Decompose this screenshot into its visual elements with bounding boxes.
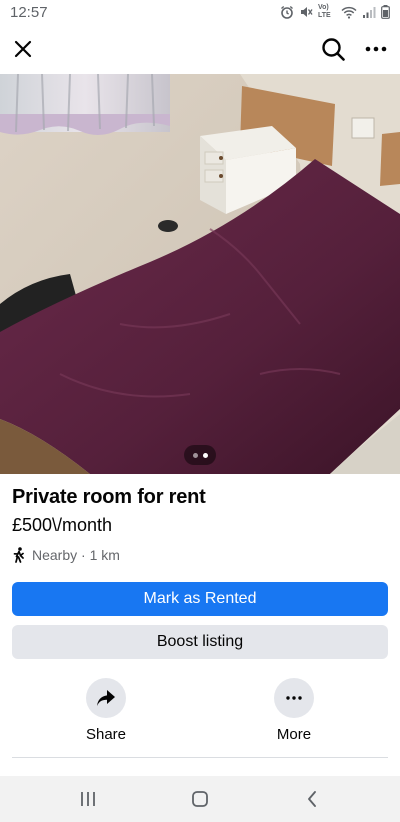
mute-icon [299, 5, 313, 19]
status-time: 12:57 [10, 3, 48, 21]
system-nav-bar [0, 776, 400, 822]
back-button[interactable] [300, 787, 324, 811]
back-icon [308, 791, 316, 807]
status-bar: 12:57 Vo) LTE [0, 0, 400, 24]
search-icon [322, 38, 345, 61]
close-icon [14, 40, 32, 58]
more-options-button[interactable] [363, 36, 389, 62]
more-label: More [276, 726, 312, 743]
mark-as-rented-button[interactable]: Mark as Rented [12, 582, 388, 616]
location-row: Nearby · 1 km [12, 547, 120, 563]
more-horizontal-icon [365, 46, 387, 52]
more-horizontal-icon [286, 696, 302, 700]
more-action[interactable]: More [254, 678, 334, 743]
photo-pagination [184, 445, 216, 465]
wifi-icon [341, 6, 357, 19]
close-button[interactable] [10, 36, 36, 62]
network-label: Vo) LTE [318, 4, 331, 19]
boost-listing-button[interactable]: Boost listing [12, 625, 388, 659]
listing-price: £500\/month [12, 515, 113, 535]
alarm-icon [280, 5, 294, 19]
recent-apps-icon [81, 792, 95, 806]
divider [12, 757, 388, 758]
app-header [0, 24, 400, 74]
listing-photo[interactable] [0, 74, 400, 474]
location-text: Nearby · 1 km [32, 547, 120, 563]
battery-icon [381, 5, 390, 19]
signal-icon [362, 6, 376, 19]
page-dot-active [202, 452, 208, 458]
home-icon [192, 791, 208, 807]
share-arrow-icon [97, 690, 115, 706]
status-icons: Vo) LTE [280, 4, 390, 20]
recent-apps-button[interactable] [76, 787, 100, 811]
search-button[interactable] [320, 36, 346, 62]
room-photo-image [0, 74, 400, 474]
share-button[interactable] [86, 678, 126, 718]
home-button[interactable] [188, 787, 212, 811]
share-action[interactable]: Share [66, 678, 146, 743]
page-dot [192, 452, 198, 458]
listing-title: Private room for rent [12, 486, 206, 508]
walking-person-icon [13, 547, 24, 563]
more-button[interactable] [274, 678, 314, 718]
share-label: Share [85, 726, 127, 743]
